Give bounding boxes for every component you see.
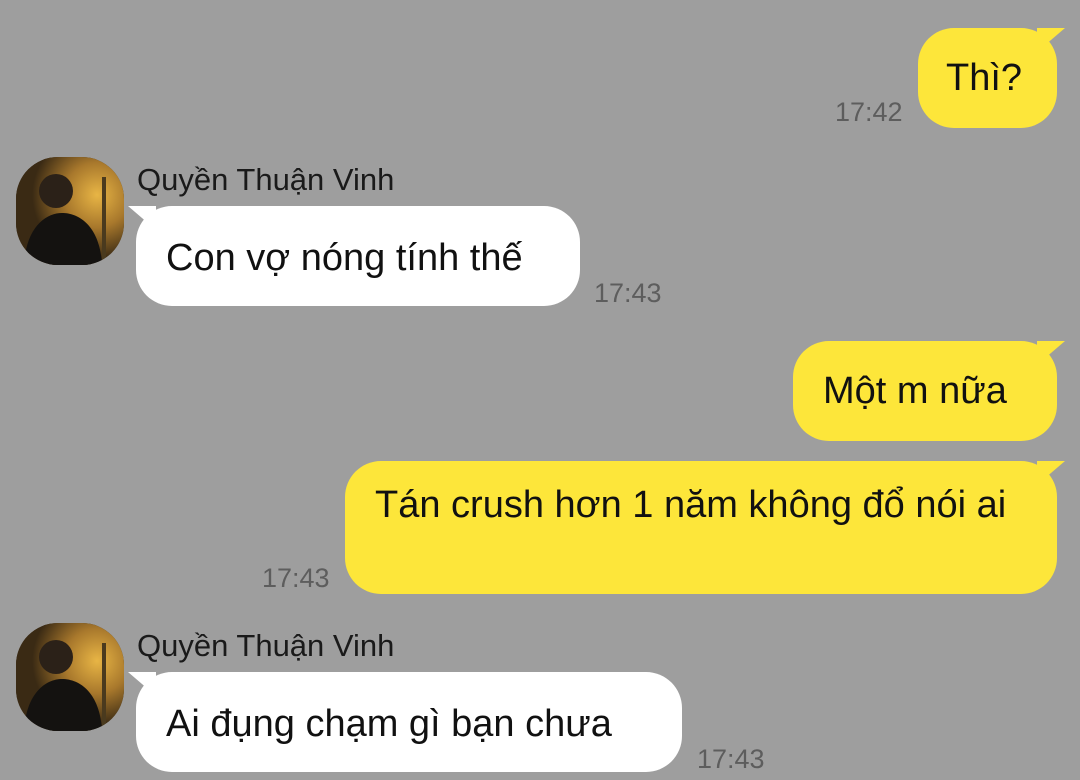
message-text: Thì?: [946, 57, 1023, 99]
message-text: Một m nữa: [823, 370, 1007, 412]
chat-message-list[interactable]: 17:42 Thì? Quyền Thuận Vinh Con vợ nóng …: [0, 0, 1080, 780]
incoming-message-bubble[interactable]: Ai đụng chạm gì bạn chưa: [136, 672, 682, 772]
avatar-photo-icon: [16, 623, 124, 731]
message-timestamp: 17:42: [835, 97, 903, 127]
contact-avatar[interactable]: [16, 157, 124, 265]
contact-avatar[interactable]: [16, 623, 124, 731]
message-text: Con vợ nóng tính thế: [166, 237, 523, 279]
sender-name: Quyền Thuận Vinh: [137, 628, 395, 663]
outgoing-message-bubble[interactable]: Một m nữa: [793, 341, 1057, 441]
message-timestamp: 17:43: [697, 744, 765, 774]
message-timestamp: 17:43: [262, 563, 330, 593]
message-timestamp: 17:43: [594, 278, 662, 308]
message-text: Tán crush hơn 1 năm không đổ nói ai: [375, 484, 1007, 526]
outgoing-message-bubble[interactable]: Thì?: [918, 28, 1057, 128]
sender-name: Quyền Thuận Vinh: [137, 162, 395, 197]
message-text: Ai đụng chạm gì bạn chưa: [166, 703, 612, 745]
avatar-photo-icon: [16, 157, 124, 265]
outgoing-message-bubble[interactable]: Tán crush hơn 1 năm không đổ nói ai: [345, 461, 1057, 594]
incoming-message-bubble[interactable]: Con vợ nóng tính thế: [136, 206, 580, 306]
